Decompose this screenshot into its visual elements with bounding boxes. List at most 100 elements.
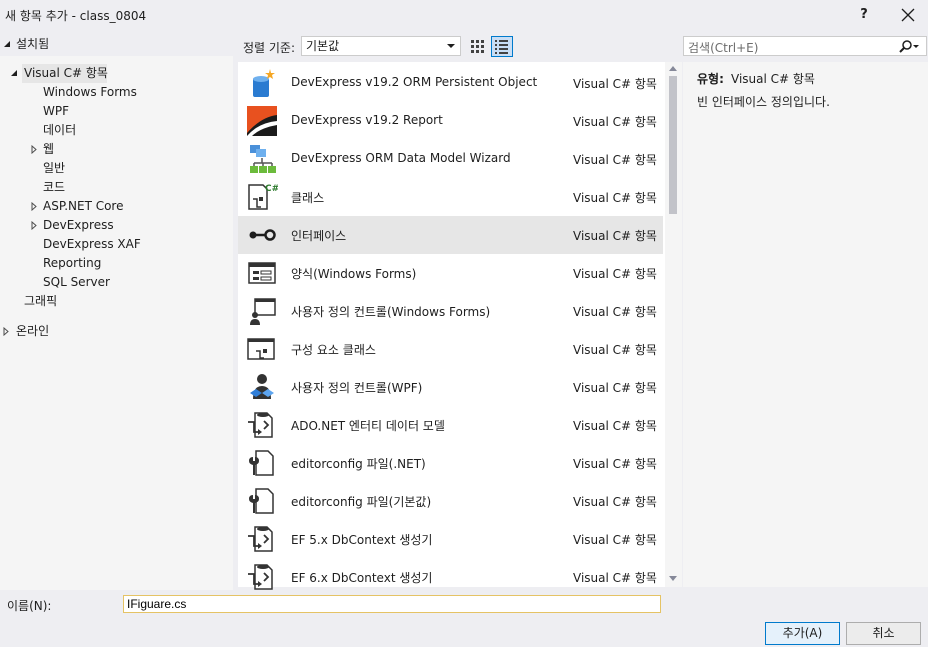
template-item[interactable]: 사용자 정의 컨트롤(Windows Forms) Visual C# 항목 (238, 292, 663, 330)
tree-node-child[interactable]: 데이터 (0, 121, 233, 140)
tree-node-installed[interactable]: 설치됨 (0, 35, 233, 54)
scroll-down-arrow[interactable] (669, 576, 677, 581)
detail-description: 빈 인터페이스 정의입니다. (697, 95, 830, 109)
collapsed-arrow-icon[interactable] (31, 221, 37, 230)
close-button[interactable] (896, 4, 920, 26)
scroll-thumb[interactable] (669, 76, 677, 214)
item-category: Visual C# 항목 (573, 381, 657, 395)
chevron-down-icon (447, 44, 455, 48)
tree-node-child[interactable]: 일반 (0, 159, 233, 178)
template-item[interactable]: EF 5.x DbContext 생성기 Visual C# 항목 (238, 520, 663, 558)
template-item[interactable]: C# 클래스 Visual C# 항목 (238, 178, 663, 216)
add-button[interactable]: 추가(A) (765, 622, 840, 645)
item-category: Visual C# 항목 (573, 457, 657, 471)
scroll-up-arrow[interactable] (669, 66, 677, 71)
detail-type-label: 유형: (697, 72, 724, 86)
template-item[interactable]: ADO.NET 엔터티 데이터 모델 Visual C# 항목 (238, 406, 663, 444)
tree-node-label: 웹 (43, 142, 55, 156)
collapsed-arrow-icon[interactable] (3, 327, 9, 336)
editorconfig-file-icon (246, 485, 278, 517)
template-item[interactable]: DevExpress ORM Data Model Wizard Visual C… (238, 140, 663, 178)
template-item[interactable]: editorconfig 파일(.NET) Visual C# 항목 (238, 444, 663, 482)
collapsed-arrow-icon[interactable] (31, 145, 37, 154)
tree-node-child[interactable]: Reporting (0, 254, 233, 273)
dbcontext-generator-icon (246, 523, 278, 555)
item-name: DevExpress v19.2 Report (291, 113, 443, 127)
item-category: Visual C# 항목 (573, 343, 657, 357)
search-placeholder: 검색(Ctrl+E) (688, 41, 759, 55)
item-category: Visual C# 항목 (573, 419, 657, 433)
tree-node-label: ASP.NET Core (43, 199, 124, 213)
user-control-icon (246, 295, 278, 327)
item-category: Visual C# 항목 (573, 77, 657, 91)
view-small-icons-button[interactable] (467, 36, 487, 56)
item-name: 사용자 정의 컨트롤(WPF) (291, 381, 423, 395)
grid-view-icon (471, 40, 484, 53)
collapsed-arrow-icon[interactable] (31, 202, 37, 211)
class-icon: C# (246, 181, 279, 213)
template-item[interactable]: editorconfig 파일(기본값) Visual C# 항목 (238, 482, 663, 520)
svg-text:C#: C# (265, 184, 278, 194)
item-name: EF 5.x DbContext 생성기 (291, 533, 433, 547)
template-item[interactable]: 양식(Windows Forms) Visual C# 항목 (238, 254, 663, 292)
tree-node-label: WPF (43, 104, 70, 118)
tree-node-child[interactable]: ASP.NET Core (0, 197, 233, 216)
interface-icon (246, 219, 278, 251)
list-scrollbar[interactable] (665, 62, 682, 587)
tree-node-child[interactable]: 코드 (0, 178, 233, 197)
sort-dropdown[interactable]: 기본값 (301, 36, 461, 56)
expanded-arrow-icon[interactable] (10, 69, 18, 77)
item-category: Visual C# 항목 (573, 305, 657, 319)
tree-node-label: 데이터 (43, 123, 77, 137)
close-icon (901, 8, 915, 22)
expanded-arrow-icon[interactable] (3, 40, 11, 48)
tree-node-child[interactable]: WPF (0, 102, 233, 121)
tree-node-online[interactable]: 온라인 (0, 322, 233, 341)
template-item[interactable]: DevExpress v19.2 ORM Persistent Object Vi… (238, 64, 663, 102)
tree-node-child[interactable]: DevExpress XAF (0, 235, 233, 254)
item-name: 사용자 정의 컨트롤(Windows Forms) (291, 305, 491, 319)
cancel-button[interactable]: 취소 (846, 622, 921, 645)
wpf-user-control-icon (246, 371, 278, 403)
tree-node-child[interactable]: Windows Forms (0, 83, 233, 102)
tree-node-label: SQL Server (43, 275, 110, 289)
view-list-button[interactable] (491, 36, 513, 57)
item-category: Visual C# 항목 (573, 153, 657, 167)
tree-node-child[interactable]: DevExpress (0, 216, 233, 235)
item-name: editorconfig 파일(.NET) (291, 457, 426, 471)
name-input[interactable] (123, 595, 661, 613)
tree-node-visual-csharp-row[interactable]: Visual C# 항목 (0, 64, 233, 83)
search-icon[interactable] (898, 39, 920, 55)
detail-panel (683, 62, 928, 587)
search-input[interactable]: 검색(Ctrl+E) (683, 36, 927, 56)
template-item[interactable]: 구성 요소 클래스 Visual C# 항목 (238, 330, 663, 368)
item-name: 인터페이스 (291, 229, 347, 243)
item-name: 구성 요소 클래스 (291, 343, 376, 357)
sort-value: 기본값 (306, 39, 340, 53)
tree-node-label: Windows Forms (43, 85, 137, 99)
item-name: DevExpress ORM Data Model Wizard (291, 151, 511, 165)
tree-node-child[interactable]: SQL Server (0, 273, 233, 292)
ado-entity-model-icon (246, 409, 278, 441)
item-category: Visual C# 항목 (573, 571, 657, 585)
tree-node-label: Reporting (43, 256, 102, 270)
sort-label: 정렬 기준: (243, 41, 296, 55)
item-name: editorconfig 파일(기본값) (291, 495, 432, 509)
tree-node-graphics[interactable]: 그래픽 (0, 292, 233, 311)
item-category: Visual C# 항목 (573, 267, 657, 281)
tree-node-label: 일반 (43, 161, 66, 175)
tree-node-child[interactable]: 웹 (0, 140, 233, 159)
item-name: EF 6.x DbContext 생성기 (291, 571, 433, 585)
item-category: Visual C# 항목 (573, 229, 657, 243)
tree-node-label: 코드 (43, 180, 66, 194)
template-item[interactable]: 사용자 정의 컨트롤(WPF) Visual C# 항목 (238, 368, 663, 406)
help-button[interactable]: ? (852, 4, 876, 26)
template-item[interactable]: 인터페이스 Visual C# 항목 (238, 216, 663, 254)
devexpress-orm-icon (246, 67, 278, 99)
template-item[interactable]: DevExpress v19.2 Report Visual C# 항목 (238, 102, 663, 140)
tree-node-label: DevExpress XAF (43, 237, 141, 251)
editorconfig-file-icon (246, 447, 278, 479)
dbcontext-generator-icon (246, 561, 278, 593)
template-list: DevExpress v19.2 ORM Persistent Object Vi… (238, 62, 665, 590)
item-name: ADO.NET 엔터티 데이터 모델 (291, 419, 445, 433)
